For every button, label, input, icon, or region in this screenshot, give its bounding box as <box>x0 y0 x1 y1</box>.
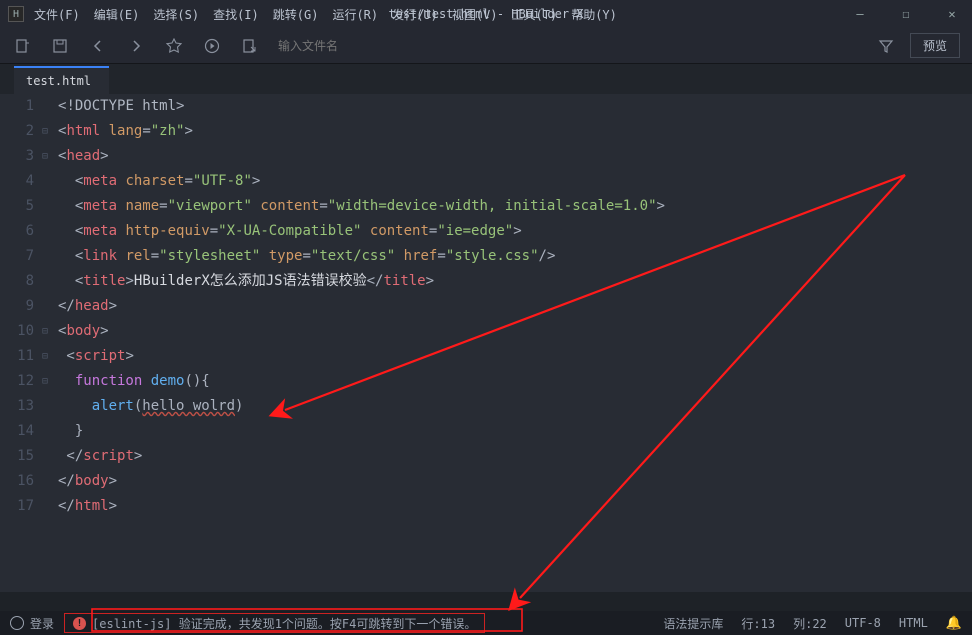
encoding-label[interactable]: UTF-8 <box>845 616 881 630</box>
minimize-button[interactable]: — <box>848 7 872 21</box>
forward-icon[interactable] <box>126 36 146 56</box>
filename-input[interactable] <box>278 39 478 53</box>
toolbar: 预览 <box>0 28 972 64</box>
preview-button[interactable]: 预览 <box>910 33 960 58</box>
menu-item[interactable]: 跳转(G) <box>273 6 319 23</box>
browser-icon[interactable] <box>240 36 260 56</box>
line-number-gutter: 1234567891011121314151617 <box>0 94 42 592</box>
language-label[interactable]: HTML <box>899 616 928 630</box>
fold-column: ⊟⊟ ⊟⊟⊟ <box>42 94 54 592</box>
status-bar: 登录 ! [eslint-js] 验证完成，共发现1个问题。按F4可跳转到下一个… <box>0 611 972 635</box>
cursor-col: 列:22 <box>793 615 827 632</box>
tab-label: test.html <box>26 74 91 88</box>
window-title: test/test.html - HBuilder X <box>388 7 583 21</box>
bell-icon[interactable]: 🔔 <box>946 616 962 631</box>
app-icon: H <box>8 6 24 22</box>
menu-item[interactable]: 选择(S) <box>153 6 199 23</box>
new-file-icon[interactable] <box>12 36 32 56</box>
save-icon[interactable] <box>50 36 70 56</box>
maximize-button[interactable]: ☐ <box>894 7 918 21</box>
back-icon[interactable] <box>88 36 108 56</box>
close-button[interactable]: ✕ <box>940 7 964 21</box>
error-message: [eslint-js] 验证完成，共发现1个问题。按F4可跳转到下一个错误。 <box>92 615 476 632</box>
menu-item[interactable]: 编辑(E) <box>94 6 140 23</box>
tab-test-html[interactable]: test.html <box>14 66 109 94</box>
code-content[interactable]: <!DOCTYPE html><html lang="zh"><head> <m… <box>54 94 972 592</box>
syntax-hint-link[interactable]: 语法提示库 <box>663 615 723 632</box>
star-icon[interactable] <box>164 36 184 56</box>
menu-item[interactable]: 文件(F) <box>34 6 80 23</box>
login-link[interactable]: 登录 <box>30 615 54 632</box>
filter-icon[interactable] <box>876 36 896 56</box>
editor-tabs: test.html <box>0 64 972 94</box>
run-icon[interactable] <box>202 36 222 56</box>
menu-item[interactable]: 查找(I) <box>213 6 259 23</box>
cursor-line: 行:13 <box>741 615 775 632</box>
code-editor[interactable]: 1234567891011121314151617 ⊟⊟ ⊟⊟⊟ <!DOCTY… <box>0 94 972 592</box>
error-icon: ! <box>73 617 86 630</box>
menu-item[interactable]: 运行(R) <box>332 6 378 23</box>
title-bar: H 文件(F)编辑(E)选择(S)查找(I)跳转(G)运行(R)发行(U)视图(… <box>0 0 972 28</box>
user-icon[interactable] <box>10 616 24 630</box>
error-panel[interactable]: ! [eslint-js] 验证完成，共发现1个问题。按F4可跳转到下一个错误。 <box>64 613 485 633</box>
